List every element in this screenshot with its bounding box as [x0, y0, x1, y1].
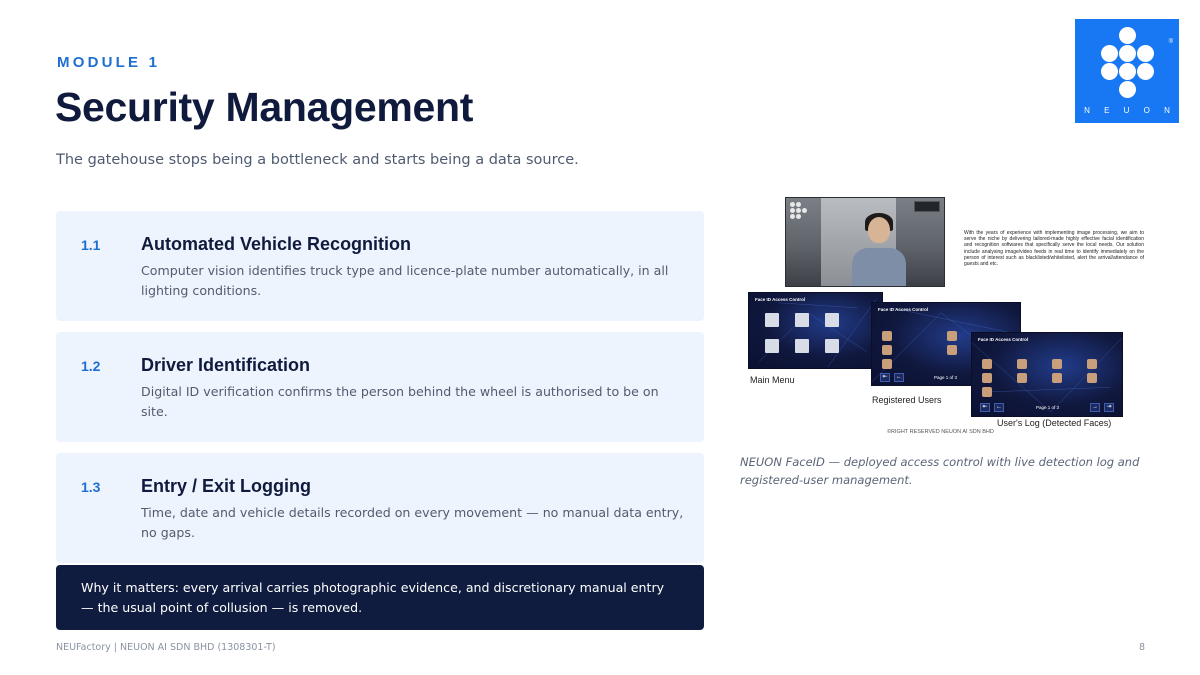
previous-page-icon: ⇤ [980, 403, 990, 412]
faceid-description-text: With the years of experience with implem… [964, 230, 1144, 268]
feature-card-driver-identification: 1.2 Driver Identification Digital ID ver… [56, 332, 704, 442]
feature-card-vehicle-recognition: 1.1 Automated Vehicle Recognition Comput… [56, 211, 704, 321]
screen-header: Face ID Access Control [978, 337, 1029, 342]
faceid-screenshot-collage: With the years of experience with implem… [740, 196, 1150, 446]
next-page-icon: ⇥ [1104, 403, 1114, 412]
detected-face [1017, 359, 1027, 369]
detected-face [1052, 373, 1062, 383]
logo-dot [1119, 63, 1136, 80]
page-subtitle: The gatehouse stops being a bottleneck a… [56, 152, 579, 168]
user-face [882, 345, 892, 355]
menu-tile [795, 339, 809, 353]
menu-tile [765, 339, 779, 353]
back-arrow-icon: ← [994, 403, 1004, 412]
user-face [882, 331, 892, 341]
feature-title: Automated Vehicle Recognition [141, 234, 412, 254]
feature-description: Time, date and vehicle details recorded … [141, 505, 684, 540]
page-indicator: Page 1 of 3 [1036, 405, 1060, 410]
feature-description: Digital ID verification confirms the per… [141, 384, 659, 419]
why-it-matters-callout: Why it matters: every arrival carries ph… [56, 565, 704, 630]
detected-face [1052, 359, 1062, 369]
page-indicator: Page 1 of 3 [934, 375, 958, 380]
logo-registered-mark: ® [1168, 39, 1173, 45]
user-face [947, 331, 957, 341]
logo-dot [1137, 63, 1154, 80]
user-face [882, 359, 892, 369]
user-log-screenshot: Face ID Access Control ⇤ ← Page 1 of 3 →… [971, 332, 1123, 417]
feature-title: Entry / Exit Logging [141, 476, 311, 496]
registered-users-caption: Registered Users [872, 395, 942, 405]
detected-face [982, 373, 992, 383]
detected-face [1087, 359, 1097, 369]
logo-dot [1119, 81, 1136, 98]
menu-tile [765, 313, 779, 327]
logo-dot [1101, 63, 1118, 80]
live-camera-photo [785, 197, 945, 287]
photo-person-body [852, 248, 906, 286]
logo-dot [1137, 45, 1154, 62]
feature-number: 1.1 [81, 237, 101, 253]
back-arrow-icon: ← [894, 373, 904, 382]
screen-header: Face ID Access Control [878, 307, 929, 312]
detected-face [982, 359, 992, 369]
detected-face [1087, 373, 1097, 383]
network-background [758, 297, 878, 367]
figure-caption: NEUON FaceID — deployed access control w… [740, 455, 1140, 487]
menu-tile [795, 313, 809, 327]
logo-dot [1119, 45, 1136, 62]
detected-face-thumbnail [914, 201, 940, 212]
feature-number: 1.2 [81, 358, 101, 374]
detected-face [982, 387, 992, 397]
main-menu-caption: Main Menu [750, 375, 795, 385]
detected-face [1017, 373, 1027, 383]
page-number: 8 [1139, 642, 1146, 653]
logo-wordmark: N E U O N [1084, 106, 1176, 115]
previous-page-icon: ⇤ [880, 373, 890, 382]
next-arrow-icon: → [1090, 403, 1100, 412]
user-face [947, 345, 957, 355]
copyright-notice: ©RIGHT RESERVED NEUON AI SDN BHD [887, 429, 994, 435]
feature-description: Computer vision identifies truck type an… [141, 263, 669, 298]
screen-header: Face ID Access Control [755, 297, 806, 302]
logo-dot [1119, 27, 1136, 44]
footer-company: NEUFactory | NEUON AI SDN BHD (1308301-T… [56, 642, 276, 653]
logo-dot [1101, 45, 1118, 62]
page-title: Security Management [55, 84, 474, 130]
menu-tile [825, 313, 839, 327]
module-label: MODULE 1 [57, 54, 161, 71]
photo-person-face [868, 217, 890, 243]
user-log-caption: User's Log (Detected Faces) [997, 418, 1112, 428]
camera-logo-dots [790, 202, 808, 232]
feature-title: Driver Identification [141, 355, 311, 375]
menu-tile [825, 339, 839, 353]
feature-number: 1.3 [81, 479, 101, 495]
main-menu-screenshot: Face ID Access Control [748, 292, 883, 369]
neuon-logo: ® N E U O N [1075, 19, 1179, 123]
feature-card-entry-exit-logging: 1.3 Entry / Exit Logging Time, date and … [56, 453, 704, 563]
